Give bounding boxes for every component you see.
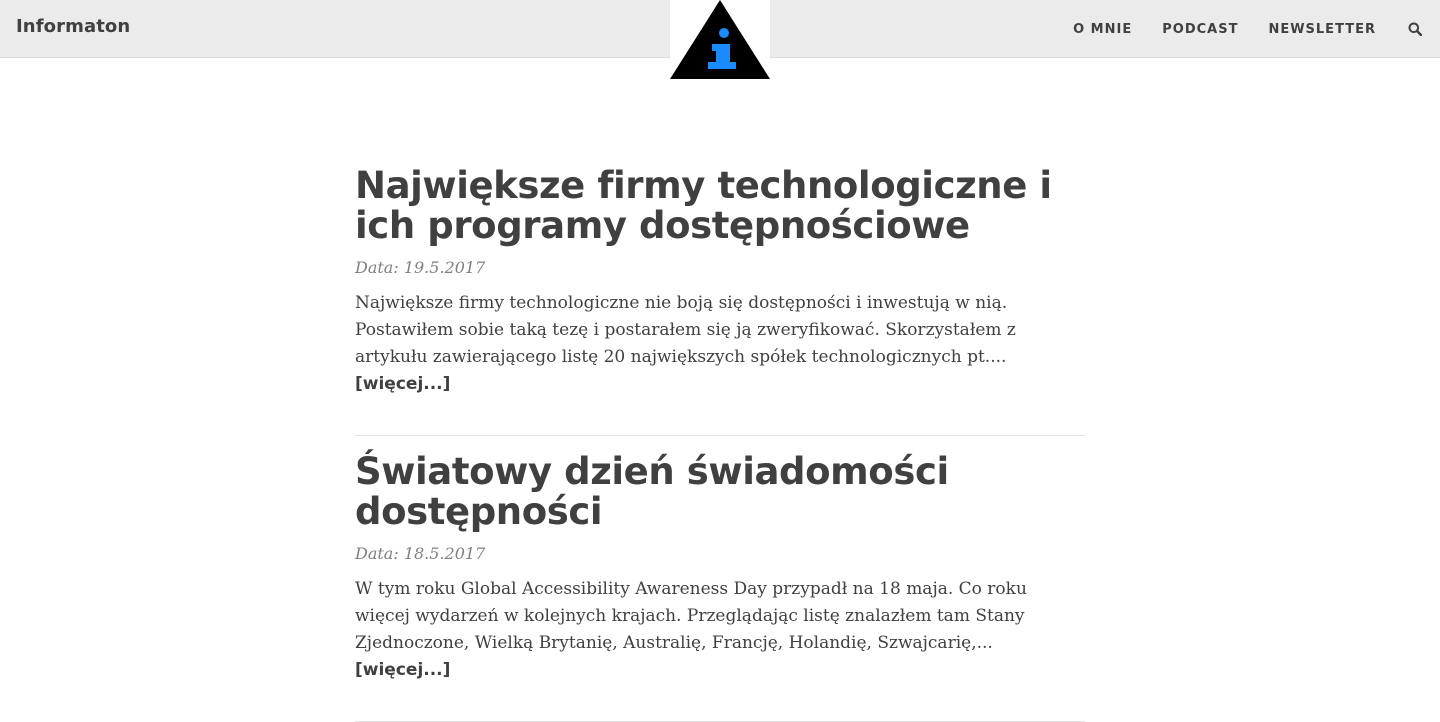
post-date: Data: 18.5.2017 — [355, 544, 486, 563]
site-logo[interactable] — [670, 0, 770, 80]
top-navbar: Informaton O MNIE PODCAST NEWSLETTER — [0, 0, 1440, 80]
search-button[interactable] — [1406, 20, 1424, 38]
post-excerpt-text: Największe firmy technologiczne nie boją… — [355, 293, 1016, 367]
post-excerpt-text: W tym roku Global Accessibility Awarenes… — [355, 579, 1027, 653]
post-excerpt: Największe firmy technologiczne nie boją… — [355, 290, 1085, 435]
post-title-link[interactable]: Największe firmy technologiczne i ich pr… — [355, 164, 1052, 247]
post-excerpt: W tym roku Global Accessibility Awarenes… — [355, 576, 1085, 721]
brand-link[interactable]: Informaton — [16, 16, 130, 37]
post-title: Największe firmy technologiczne i ich pr… — [355, 150, 1085, 246]
search-icon — [1408, 22, 1422, 36]
nav-links: O MNIE PODCAST NEWSLETTER — [1073, 0, 1440, 58]
post-title-link[interactable]: Światowy dzień świadomości dostępności — [355, 450, 949, 533]
nav-link-newsletter[interactable]: NEWSLETTER — [1268, 22, 1376, 37]
post-title: Światowy dzień świadomości dostępności — [355, 436, 1085, 532]
nav-link-podcast[interactable]: PODCAST — [1162, 22, 1238, 37]
post-preview: Największe firmy technologiczne i ich pr… — [355, 150, 1085, 436]
info-i-triangle-icon — [670, 0, 770, 79]
read-more-link[interactable]: [więcej...] — [355, 374, 450, 394]
post-preview: Światowy dzień świadomości dostępności D… — [355, 436, 1085, 722]
post-date: Data: 19.5.2017 — [355, 258, 486, 277]
nav-link-o-mnie[interactable]: O MNIE — [1073, 22, 1132, 37]
read-more-link[interactable]: [więcej...] — [355, 660, 450, 680]
post-list: Największe firmy technologiczne i ich pr… — [355, 150, 1085, 722]
